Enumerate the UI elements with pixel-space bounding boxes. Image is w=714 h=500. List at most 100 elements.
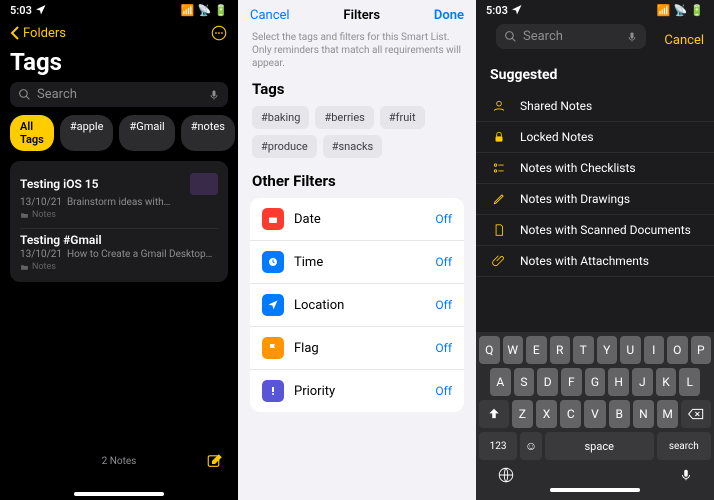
navbar: Cancel Filters Done (238, 0, 476, 31)
filter-label: Date (294, 212, 425, 227)
key[interactable]: T (573, 336, 594, 364)
key[interactable]: W (503, 336, 524, 364)
tags-header: Tags (238, 78, 476, 106)
search-input[interactable]: Search (496, 24, 646, 49)
filter-row-location[interactable]: Location Off (250, 284, 464, 327)
search-placeholder: Search (37, 87, 202, 102)
filter-value: Off (435, 298, 452, 312)
cancel-button[interactable]: Cancel (664, 33, 704, 48)
back-button[interactable]: Folders (10, 26, 66, 41)
tag-chip[interactable]: #snacks (323, 135, 383, 158)
numbers-key[interactable]: 123 (479, 432, 517, 460)
suggestion-attachments[interactable]: Notes with Attachments (476, 246, 714, 277)
calendar-icon (262, 208, 284, 230)
search-input[interactable]: Search (10, 82, 228, 107)
key[interactable]: Y (597, 336, 618, 364)
note-row[interactable]: Testing iOS 15 13/10/21 Brainstorm ideas… (20, 169, 218, 229)
key[interactable]: D (537, 368, 558, 396)
folder-icon (20, 263, 29, 272)
filter-label: Location (294, 298, 425, 313)
mic-icon[interactable] (626, 30, 638, 44)
tag-chip[interactable]: #fruit (380, 106, 425, 129)
tag-chip[interactable]: #baking (252, 106, 309, 129)
key[interactable]: Z (512, 400, 533, 428)
tag-item[interactable]: #notes (181, 115, 235, 151)
more-icon[interactable] (210, 24, 228, 42)
filter-label: Flag (294, 341, 425, 356)
battery-icon: 🔋 (214, 4, 228, 17)
suggestion-scanned-documents[interactable]: Notes with Scanned Documents (476, 215, 714, 246)
note-date: 13/10/21 (20, 249, 62, 260)
mic-icon[interactable] (208, 88, 220, 102)
home-indicator[interactable] (74, 492, 164, 496)
key[interactable]: R (550, 336, 571, 364)
compose-icon[interactable] (206, 452, 224, 470)
key[interactable]: U (620, 336, 641, 364)
emoji-key[interactable]: ☺ (520, 432, 542, 460)
filter-value: Off (435, 384, 452, 398)
done-button[interactable]: Done (434, 8, 464, 23)
shift-key[interactable] (479, 400, 509, 428)
key[interactable]: H (608, 368, 629, 396)
key[interactable]: I (644, 336, 665, 364)
key[interactable]: V (584, 400, 605, 428)
dictate-icon[interactable] (679, 466, 693, 484)
suggestion-label: Notes with Scanned Documents (520, 223, 691, 237)
filter-row-time[interactable]: Time Off (250, 241, 464, 284)
tag-chip[interactable]: #berries (315, 106, 373, 129)
tag-all[interactable]: All Tags (10, 115, 54, 151)
space-key[interactable]: space (545, 432, 654, 460)
key[interactable]: F (561, 368, 582, 396)
shift-icon (487, 407, 501, 421)
clock-icon (262, 251, 284, 273)
keyboard-row: A S D F G H J K L (479, 368, 711, 396)
note-date: 13/10/21 (20, 197, 62, 208)
location-icon (262, 294, 284, 316)
tag-item[interactable]: #apple (60, 115, 114, 151)
key[interactable]: K (656, 368, 677, 396)
page-title: Tags (0, 48, 238, 82)
backspace-key[interactable] (681, 400, 711, 428)
wifi-icon: 📡 (674, 4, 688, 17)
note-folder: Notes (32, 210, 56, 220)
key[interactable]: N (633, 400, 654, 428)
key[interactable]: J (632, 368, 653, 396)
key[interactable]: C (560, 400, 581, 428)
cancel-button[interactable]: Cancel (250, 8, 290, 23)
key[interactable]: A (490, 368, 511, 396)
key[interactable]: X (536, 400, 557, 428)
key[interactable]: P (691, 336, 712, 364)
note-preview: Brainstorm ideas with… (67, 197, 170, 208)
key[interactable]: B (609, 400, 630, 428)
filter-label: Time (294, 255, 425, 270)
folder-icon (20, 211, 29, 220)
key[interactable]: S (514, 368, 535, 396)
key[interactable]: G (585, 368, 606, 396)
note-count: 2 Notes (102, 456, 137, 467)
filter-row-priority[interactable]: Priority Off (250, 370, 464, 412)
suggestion-drawings[interactable]: Notes with Drawings (476, 184, 714, 215)
section-header: Suggested (476, 65, 714, 91)
key[interactable]: Q (479, 336, 500, 364)
keyboard-row: Z X C V B N M (479, 400, 711, 428)
filter-row-date[interactable]: Date Off (250, 198, 464, 241)
suggestion-locked-notes[interactable]: Locked Notes (476, 122, 714, 153)
home-indicator[interactable] (550, 488, 640, 492)
search-placeholder: Search (523, 29, 620, 44)
key[interactable]: E (526, 336, 547, 364)
search-key[interactable]: search (657, 432, 711, 460)
tag-item[interactable]: #Gmail (119, 115, 174, 151)
key[interactable]: L (679, 368, 700, 396)
suggestion-checklists[interactable]: Notes with Checklists (476, 153, 714, 184)
filter-row-flag[interactable]: Flag Off (250, 327, 464, 370)
key[interactable]: M (657, 400, 678, 428)
location-icon (35, 4, 47, 16)
battery-icon: 🔋 (690, 4, 704, 17)
suggestion-shared-notes[interactable]: Shared Notes (476, 91, 714, 122)
tag-chip[interactable]: #produce (252, 135, 317, 158)
note-row[interactable]: Testing #Gmail 13/10/21 How to Create a … (20, 229, 218, 274)
suggestion-label: Notes with Attachments (520, 254, 649, 268)
key[interactable]: O (667, 336, 688, 364)
tags-container: #baking #berries #fruit #produce #snacks (238, 106, 476, 170)
globe-icon[interactable] (497, 466, 515, 484)
